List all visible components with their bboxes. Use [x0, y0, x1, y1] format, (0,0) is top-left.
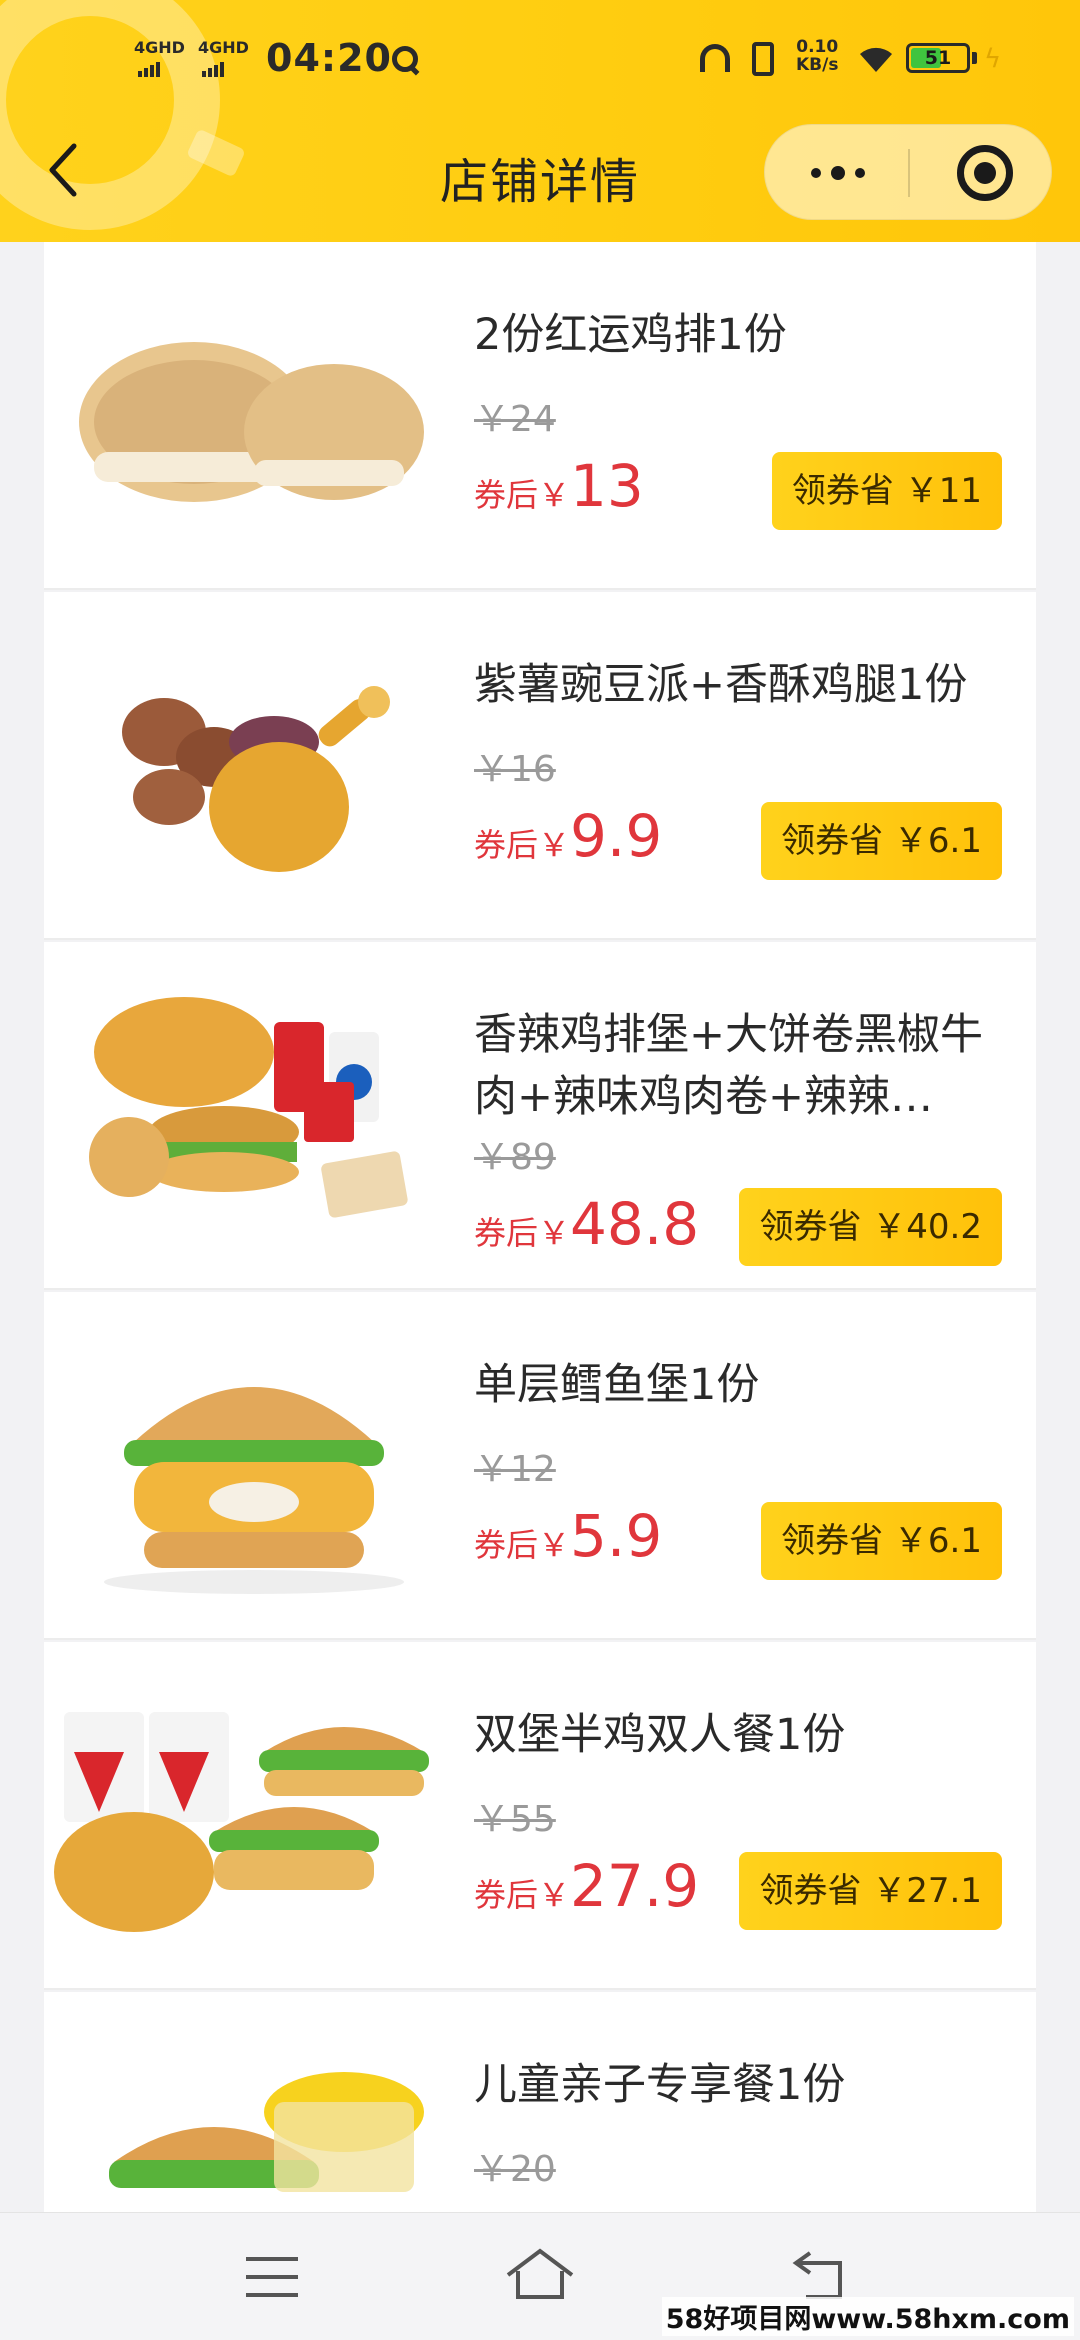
- battery-icon: 51: [906, 43, 970, 73]
- after-coupon-price-group: 券后￥5.9: [474, 1502, 662, 1570]
- product-name: 儿童亲子专享餐1份: [474, 2060, 846, 2110]
- target-close-icon[interactable]: [957, 145, 1013, 201]
- status-bar: 4GHD 4GHD 04:20 0.10 KB/s 51 ϟ: [0, 0, 1080, 120]
- after-coupon-price: 13: [570, 452, 644, 520]
- kids-meal-image: [109, 2072, 424, 2192]
- claim-coupon-button[interactable]: 领券省 ￥11: [771, 452, 1002, 530]
- after-coupon-label: 券后: [474, 476, 539, 514]
- system-nav-bar: 58好项目网www.58hxm.com: [0, 2212, 1080, 2340]
- product-name: 2份红运鸡排1份: [474, 310, 787, 360]
- after-coupon-price: 9.9: [570, 802, 663, 870]
- sweet-potato-pie-drumstick-image: [122, 686, 390, 872]
- product-name: 双堡半鸡双人餐1份: [474, 1710, 846, 1760]
- product-card[interactable]: 2份红运鸡排1份 ￥24 券后￥13 领券省 ￥11: [44, 242, 1036, 590]
- charging-icon: ϟ: [984, 44, 1002, 74]
- combo-meal-image: [89, 997, 408, 1218]
- wifi-icon: [860, 47, 892, 72]
- original-price: ￥24: [474, 399, 556, 440]
- claim-coupon-button[interactable]: 领券省 ￥40.2: [739, 1188, 1002, 1266]
- after-coupon-label: 券后: [474, 1526, 539, 1564]
- after-coupon-price: 48.8: [570, 1190, 700, 1258]
- after-coupon-price-group: 券后￥48.8: [474, 1190, 699, 1258]
- claim-coupon-button[interactable]: 领券省 ￥6.1: [761, 802, 1002, 880]
- currency-symbol: ￥: [538, 476, 571, 514]
- currency-symbol: ￥: [538, 1526, 571, 1564]
- net-speed: 0.10 KB/s: [796, 38, 838, 74]
- home-icon[interactable]: [500, 2237, 580, 2317]
- claim-coupon-button[interactable]: 领券省 ￥6.1: [761, 1502, 1002, 1580]
- after-coupon-price: 27.9: [570, 1852, 700, 1920]
- original-price: ￥20: [474, 2149, 556, 2190]
- product-name: 香辣鸡排堡+大饼卷黑椒牛肉+辣味鸡肉卷+辣辣…: [474, 1010, 984, 1122]
- product-card[interactable]: 香辣鸡排堡+大饼卷黑椒牛肉+辣味鸡肉卷+辣辣… ￥89 券后￥48.8 领券省 …: [44, 942, 1036, 1290]
- net-speed-unit: KB/s: [796, 55, 839, 75]
- chicken-cutlet-image: [79, 342, 424, 502]
- product-card[interactable]: 紫薯豌豆派+香酥鸡腿1份 ￥16 券后￥9.9 领券省 ￥6.1: [44, 592, 1036, 940]
- signal-label-1: 4GHD: [134, 38, 185, 57]
- signal-bars-1-icon: [138, 58, 162, 77]
- battery-level: 51: [924, 47, 952, 69]
- after-coupon-label: 券后: [474, 1876, 539, 1914]
- claim-coupon-button[interactable]: 领券省 ￥27.1: [739, 1852, 1002, 1930]
- signal-bars-2-icon: [202, 58, 226, 77]
- original-price: ￥89: [474, 1137, 556, 1178]
- after-coupon-price: 5.9: [570, 1502, 663, 1570]
- currency-symbol: ￥: [538, 1214, 571, 1252]
- vibrate-icon: [752, 42, 774, 76]
- headphone-icon: [700, 44, 730, 72]
- signal-label-2: 4GHD: [198, 38, 249, 57]
- mini-program-capsule: [764, 124, 1052, 220]
- after-coupon-label: 券后: [474, 1214, 539, 1252]
- after-coupon-price-group: 券后￥9.9: [474, 802, 662, 870]
- product-list: 2份红运鸡排1份 ￥24 券后￥13 领券省 ￥11 紫薯豌豆派+香酥鸡腿1份 …: [44, 242, 1036, 2212]
- after-coupon-price-group: 券后￥13: [474, 452, 644, 520]
- product-card[interactable]: 双堡半鸡双人餐1份 ￥55 券后￥27.9 领券省 ￥27.1: [44, 1642, 1036, 1990]
- battery-tip: [972, 52, 977, 64]
- after-coupon-price-group: 券后￥27.9: [474, 1852, 699, 1920]
- product-name: 单层鳕鱼堡1份: [474, 1360, 760, 1410]
- app-header: 4GHD 4GHD 04:20 0.10 KB/s 51 ϟ 店铺详情: [0, 0, 1080, 242]
- currency-symbol: ￥: [538, 826, 571, 864]
- fish-burger-image: [104, 1387, 404, 1594]
- after-coupon-label: 券后: [474, 826, 539, 864]
- menu-icon[interactable]: [232, 2237, 312, 2317]
- capsule-divider: [908, 149, 910, 197]
- net-speed-value: 0.10: [796, 37, 839, 57]
- more-dots-icon[interactable]: [803, 149, 873, 197]
- product-card[interactable]: 儿童亲子专享餐1份 ￥20: [44, 1992, 1036, 2212]
- double-burger-meal-image: [54, 1712, 429, 1932]
- search-notification-icon: [392, 46, 418, 72]
- status-time: 04:20: [266, 36, 392, 80]
- original-price: ￥16: [474, 749, 556, 790]
- original-price: ￥55: [474, 1799, 556, 1840]
- currency-symbol: ￥: [538, 1876, 571, 1914]
- product-card[interactable]: 单层鳕鱼堡1份 ￥12 券后￥5.9 领券省 ￥6.1: [44, 1292, 1036, 1640]
- product-name: 紫薯豌豆派+香酥鸡腿1份: [474, 660, 968, 710]
- watermark-text: 58好项目网www.58hxm.com: [661, 2297, 1074, 2336]
- original-price: ￥12: [474, 1449, 556, 1490]
